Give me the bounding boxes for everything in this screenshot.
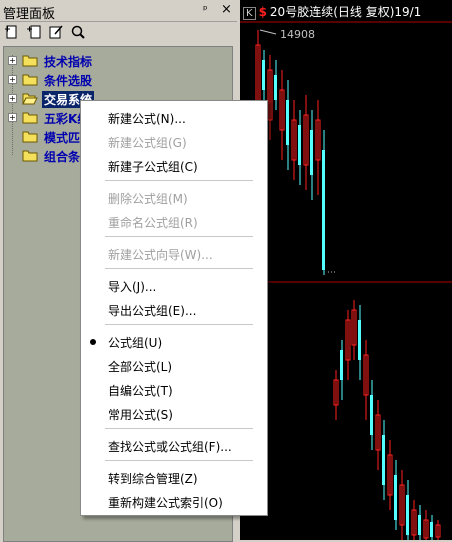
expand-icon[interactable]: +: [8, 75, 17, 84]
menu-item-new-formula[interactable]: 新建公式(N)...: [108, 110, 186, 127]
menu-separator: [105, 268, 253, 269]
expand-icon[interactable]: +: [8, 113, 17, 122]
menu-item-find[interactable]: 查找公式或公式组(F)...: [108, 438, 232, 455]
expand-icon[interactable]: +: [8, 94, 17, 103]
menu-item-formula-wizard[interactable]: 新建公式向导(W)...: [108, 246, 213, 263]
menu-item-goto-management[interactable]: 转到综合管理(Z): [108, 470, 198, 487]
menu-item-new-sub-group[interactable]: 新建子公式组(C): [108, 158, 198, 175]
expand-icon[interactable]: +: [8, 56, 17, 65]
context-menu: 新建公式(N)... 新建公式组(G) 新建子公式组(C) 删除公式组(M) 重…: [80, 100, 268, 516]
panel-title-bar: 管理面板 ᵖ ×: [0, 0, 237, 22]
menu-separator: [105, 428, 253, 429]
open-folder-icon: [22, 93, 38, 105]
tree-item-label: 技术指标: [44, 55, 93, 69]
panel-toolbar: [0, 22, 237, 44]
tree-item-label: 条件选股: [44, 74, 93, 88]
search-icon[interactable]: [70, 24, 86, 40]
folder-icon: [22, 55, 38, 67]
menu-item-formula-group-view[interactable]: 公式组(U): [108, 334, 162, 351]
menu-separator: [105, 460, 253, 461]
new-group-icon[interactable]: [26, 24, 42, 40]
candles-lower: [333, 300, 441, 540]
menu-item-custom-formulas[interactable]: 自编公式(T): [108, 382, 173, 399]
menu-item-new-formula-group[interactable]: 新建公式组(G): [108, 134, 187, 151]
checked-bullet-icon: [90, 339, 96, 345]
close-icon[interactable]: ×: [221, 2, 232, 17]
kline-chart[interactable]: K $20号胶连续(日线 复权)19/1 14908: [237, 0, 452, 540]
pin-icon[interactable]: ᵖ: [203, 3, 208, 16]
menu-separator: [105, 180, 253, 181]
menu-item-import[interactable]: 导入(J)...: [108, 278, 156, 295]
folder-icon: [22, 112, 38, 124]
folder-icon: [22, 150, 38, 162]
candlestick-plot: [240, 21, 452, 540]
new-formula-icon[interactable]: [4, 24, 20, 40]
candles-upper: [255, 30, 336, 275]
menu-item-common-formulas[interactable]: 常用公式(S): [108, 406, 173, 423]
tree-item-stock-screening[interactable]: + 条件选股: [4, 71, 232, 90]
menu-separator: [105, 324, 253, 325]
menu-item-rename-group[interactable]: 重命名公式组(R): [108, 214, 198, 231]
edit-icon[interactable]: [48, 24, 64, 40]
menu-item-rebuild-index[interactable]: 重新构建公式索引(O): [108, 494, 223, 511]
menu-item-delete-group[interactable]: 删除公式组(M): [108, 190, 188, 207]
panel-title: 管理面板: [3, 7, 56, 22]
menu-item-export-group[interactable]: 导出公式组(E)...: [108, 302, 196, 319]
menu-item-all-formulas[interactable]: 全部公式(L): [108, 358, 172, 375]
tree-item-indicators[interactable]: + 技术指标: [4, 52, 232, 71]
folder-icon: [22, 74, 38, 86]
folder-icon: [22, 131, 38, 143]
menu-separator: [105, 236, 253, 237]
